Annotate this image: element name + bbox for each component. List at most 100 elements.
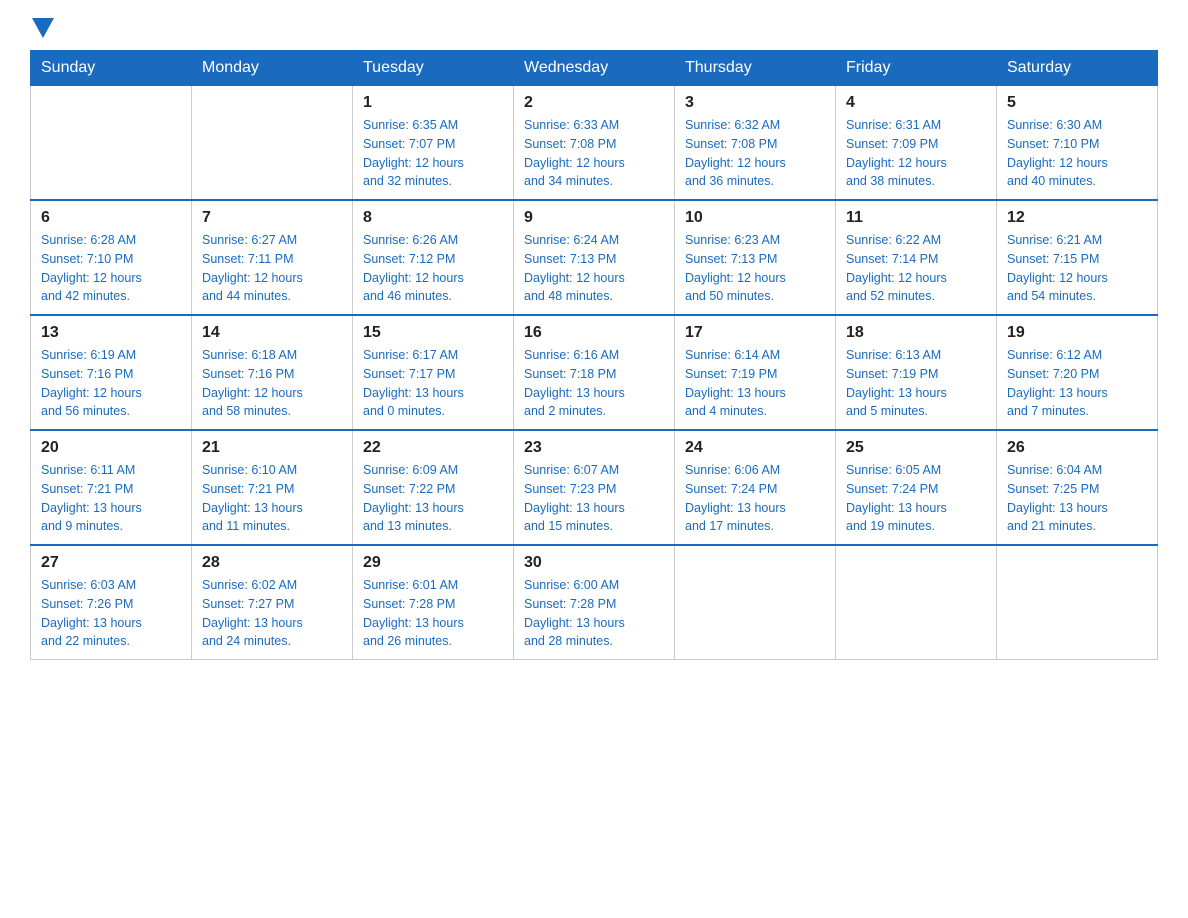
calendar-cell: 8 Sunrise: 6:26 AMSunset: 7:12 PMDaylight… xyxy=(353,200,514,315)
calendar-cell: 28 Sunrise: 6:02 AMSunset: 7:27 PMDayligh… xyxy=(192,545,353,660)
weekday-header-row: SundayMondayTuesdayWednesdayThursdayFrid… xyxy=(31,51,1158,86)
calendar-cell: 19 Sunrise: 6:12 AMSunset: 7:20 PMDayligh… xyxy=(997,315,1158,430)
day-number: 29 xyxy=(363,554,503,572)
calendar-cell xyxy=(997,545,1158,660)
page-header xyxy=(30,20,1158,40)
calendar-cell: 7 Sunrise: 6:27 AMSunset: 7:11 PMDaylight… xyxy=(192,200,353,315)
day-info: Sunrise: 6:30 AMSunset: 7:10 PMDaylight:… xyxy=(1007,116,1147,191)
calendar-cell xyxy=(192,86,353,201)
day-info: Sunrise: 6:09 AMSunset: 7:22 PMDaylight:… xyxy=(363,461,503,536)
day-number: 27 xyxy=(41,554,181,572)
day-number: 26 xyxy=(1007,439,1147,457)
day-info: Sunrise: 6:16 AMSunset: 7:18 PMDaylight:… xyxy=(524,346,664,421)
calendar-cell: 11 Sunrise: 6:22 AMSunset: 7:14 PMDayligh… xyxy=(836,200,997,315)
day-info: Sunrise: 6:26 AMSunset: 7:12 PMDaylight:… xyxy=(363,231,503,306)
calendar-cell: 9Sunrise: 6:24 AMSunset: 7:13 PMDaylight… xyxy=(514,200,675,315)
calendar-cell xyxy=(836,545,997,660)
calendar-cell: 13 Sunrise: 6:19 AMSunset: 7:16 PMDayligh… xyxy=(31,315,192,430)
day-number: 14 xyxy=(202,324,342,342)
day-number: 15 xyxy=(363,324,503,342)
calendar-cell: 6 Sunrise: 6:28 AMSunset: 7:10 PMDaylight… xyxy=(31,200,192,315)
calendar-cell: 30Sunrise: 6:00 AMSunset: 7:28 PMDayligh… xyxy=(514,545,675,660)
calendar-cell: 21 Sunrise: 6:10 AMSunset: 7:21 PMDayligh… xyxy=(192,430,353,545)
calendar-cell: 20 Sunrise: 6:11 AMSunset: 7:21 PMDayligh… xyxy=(31,430,192,545)
calendar-cell: 2 Sunrise: 6:33 AMSunset: 7:08 PMDaylight… xyxy=(514,86,675,201)
weekday-header-wednesday: Wednesday xyxy=(514,51,675,86)
day-number: 12 xyxy=(1007,209,1147,227)
weekday-header-saturday: Saturday xyxy=(997,51,1158,86)
day-number: 9 xyxy=(524,209,664,227)
day-number: 22 xyxy=(363,439,503,457)
day-number: 16 xyxy=(524,324,664,342)
calendar-table: SundayMondayTuesdayWednesdayThursdayFrid… xyxy=(30,50,1158,660)
day-info: Sunrise: 6:11 AMSunset: 7:21 PMDaylight:… xyxy=(41,461,181,536)
calendar-cell: 5Sunrise: 6:30 AMSunset: 7:10 PMDaylight… xyxy=(997,86,1158,201)
day-number: 21 xyxy=(202,439,342,457)
weekday-header-sunday: Sunday xyxy=(31,51,192,86)
day-number: 1 xyxy=(363,94,503,112)
calendar-cell: 29 Sunrise: 6:01 AMSunset: 7:28 PMDayligh… xyxy=(353,545,514,660)
day-info: Sunrise: 6:06 AMSunset: 7:24 PMDaylight:… xyxy=(685,461,825,536)
calendar-cell: 25 Sunrise: 6:05 AMSunset: 7:24 PMDayligh… xyxy=(836,430,997,545)
day-number: 19 xyxy=(1007,324,1147,342)
calendar-cell: 23 Sunrise: 6:07 AMSunset: 7:23 PMDayligh… xyxy=(514,430,675,545)
day-info: Sunrise: 6:18 AMSunset: 7:16 PMDaylight:… xyxy=(202,346,342,421)
day-info: Sunrise: 6:04 AMSunset: 7:25 PMDaylight:… xyxy=(1007,461,1147,536)
calendar-cell: 18Sunrise: 6:13 AMSunset: 7:19 PMDayligh… xyxy=(836,315,997,430)
day-number: 11 xyxy=(846,209,986,227)
calendar-cell: 26 Sunrise: 6:04 AMSunset: 7:25 PMDayligh… xyxy=(997,430,1158,545)
day-number: 2 xyxy=(524,94,664,112)
day-info: Sunrise: 6:10 AMSunset: 7:21 PMDaylight:… xyxy=(202,461,342,536)
day-number: 20 xyxy=(41,439,181,457)
calendar-week-row: 13 Sunrise: 6:19 AMSunset: 7:16 PMDayligh… xyxy=(31,315,1158,430)
day-info: Sunrise: 6:07 AMSunset: 7:23 PMDaylight:… xyxy=(524,461,664,536)
day-info: Sunrise: 6:01 AMSunset: 7:28 PMDaylight:… xyxy=(363,576,503,651)
day-info: Sunrise: 6:31 AMSunset: 7:09 PMDaylight:… xyxy=(846,116,986,191)
day-info: Sunrise: 6:03 AMSunset: 7:26 PMDaylight:… xyxy=(41,576,181,651)
calendar-cell: 14 Sunrise: 6:18 AMSunset: 7:16 PMDayligh… xyxy=(192,315,353,430)
day-info: Sunrise: 6:12 AMSunset: 7:20 PMDaylight:… xyxy=(1007,346,1147,421)
day-number: 25 xyxy=(846,439,986,457)
day-info: Sunrise: 6:28 AMSunset: 7:10 PMDaylight:… xyxy=(41,231,181,306)
logo-triangle-icon xyxy=(32,18,54,40)
calendar-cell: 15 Sunrise: 6:17 AMSunset: 7:17 PMDayligh… xyxy=(353,315,514,430)
calendar-cell: 27 Sunrise: 6:03 AMSunset: 7:26 PMDayligh… xyxy=(31,545,192,660)
calendar-cell xyxy=(31,86,192,201)
day-number: 3 xyxy=(685,94,825,112)
day-info: Sunrise: 6:35 AMSunset: 7:07 PMDaylight:… xyxy=(363,116,503,191)
calendar-week-row: 20 Sunrise: 6:11 AMSunset: 7:21 PMDayligh… xyxy=(31,430,1158,545)
day-number: 8 xyxy=(363,209,503,227)
calendar-cell: 1 Sunrise: 6:35 AMSunset: 7:07 PMDaylight… xyxy=(353,86,514,201)
calendar-cell: 16 Sunrise: 6:16 AMSunset: 7:18 PMDayligh… xyxy=(514,315,675,430)
logo xyxy=(30,20,54,40)
day-info: Sunrise: 6:23 AMSunset: 7:13 PMDaylight:… xyxy=(685,231,825,306)
calendar-week-row: 6 Sunrise: 6:28 AMSunset: 7:10 PMDaylight… xyxy=(31,200,1158,315)
day-info: Sunrise: 6:05 AMSunset: 7:24 PMDaylight:… xyxy=(846,461,986,536)
day-number: 4 xyxy=(846,94,986,112)
weekday-header-thursday: Thursday xyxy=(675,51,836,86)
day-number: 17 xyxy=(685,324,825,342)
calendar-cell: 24Sunrise: 6:06 AMSunset: 7:24 PMDayligh… xyxy=(675,430,836,545)
day-info: Sunrise: 6:33 AMSunset: 7:08 PMDaylight:… xyxy=(524,116,664,191)
calendar-week-row: 1 Sunrise: 6:35 AMSunset: 7:07 PMDaylight… xyxy=(31,86,1158,201)
day-info: Sunrise: 6:14 AMSunset: 7:19 PMDaylight:… xyxy=(685,346,825,421)
day-number: 28 xyxy=(202,554,342,572)
calendar-cell: 22 Sunrise: 6:09 AMSunset: 7:22 PMDayligh… xyxy=(353,430,514,545)
calendar-cell: 10Sunrise: 6:23 AMSunset: 7:13 PMDayligh… xyxy=(675,200,836,315)
weekday-header-tuesday: Tuesday xyxy=(353,51,514,86)
day-info: Sunrise: 6:19 AMSunset: 7:16 PMDaylight:… xyxy=(41,346,181,421)
day-info: Sunrise: 6:02 AMSunset: 7:27 PMDaylight:… xyxy=(202,576,342,651)
calendar-cell: 12 Sunrise: 6:21 AMSunset: 7:15 PMDayligh… xyxy=(997,200,1158,315)
day-info: Sunrise: 6:17 AMSunset: 7:17 PMDaylight:… xyxy=(363,346,503,421)
day-info: Sunrise: 6:27 AMSunset: 7:11 PMDaylight:… xyxy=(202,231,342,306)
day-number: 13 xyxy=(41,324,181,342)
calendar-cell: 4 Sunrise: 6:31 AMSunset: 7:09 PMDaylight… xyxy=(836,86,997,201)
day-number: 18 xyxy=(846,324,986,342)
day-info: Sunrise: 6:21 AMSunset: 7:15 PMDaylight:… xyxy=(1007,231,1147,306)
day-info: Sunrise: 6:22 AMSunset: 7:14 PMDaylight:… xyxy=(846,231,986,306)
calendar-week-row: 27 Sunrise: 6:03 AMSunset: 7:26 PMDayligh… xyxy=(31,545,1158,660)
day-number: 7 xyxy=(202,209,342,227)
day-number: 23 xyxy=(524,439,664,457)
day-number: 6 xyxy=(41,209,181,227)
calendar-cell: 3Sunrise: 6:32 AMSunset: 7:08 PMDaylight… xyxy=(675,86,836,201)
